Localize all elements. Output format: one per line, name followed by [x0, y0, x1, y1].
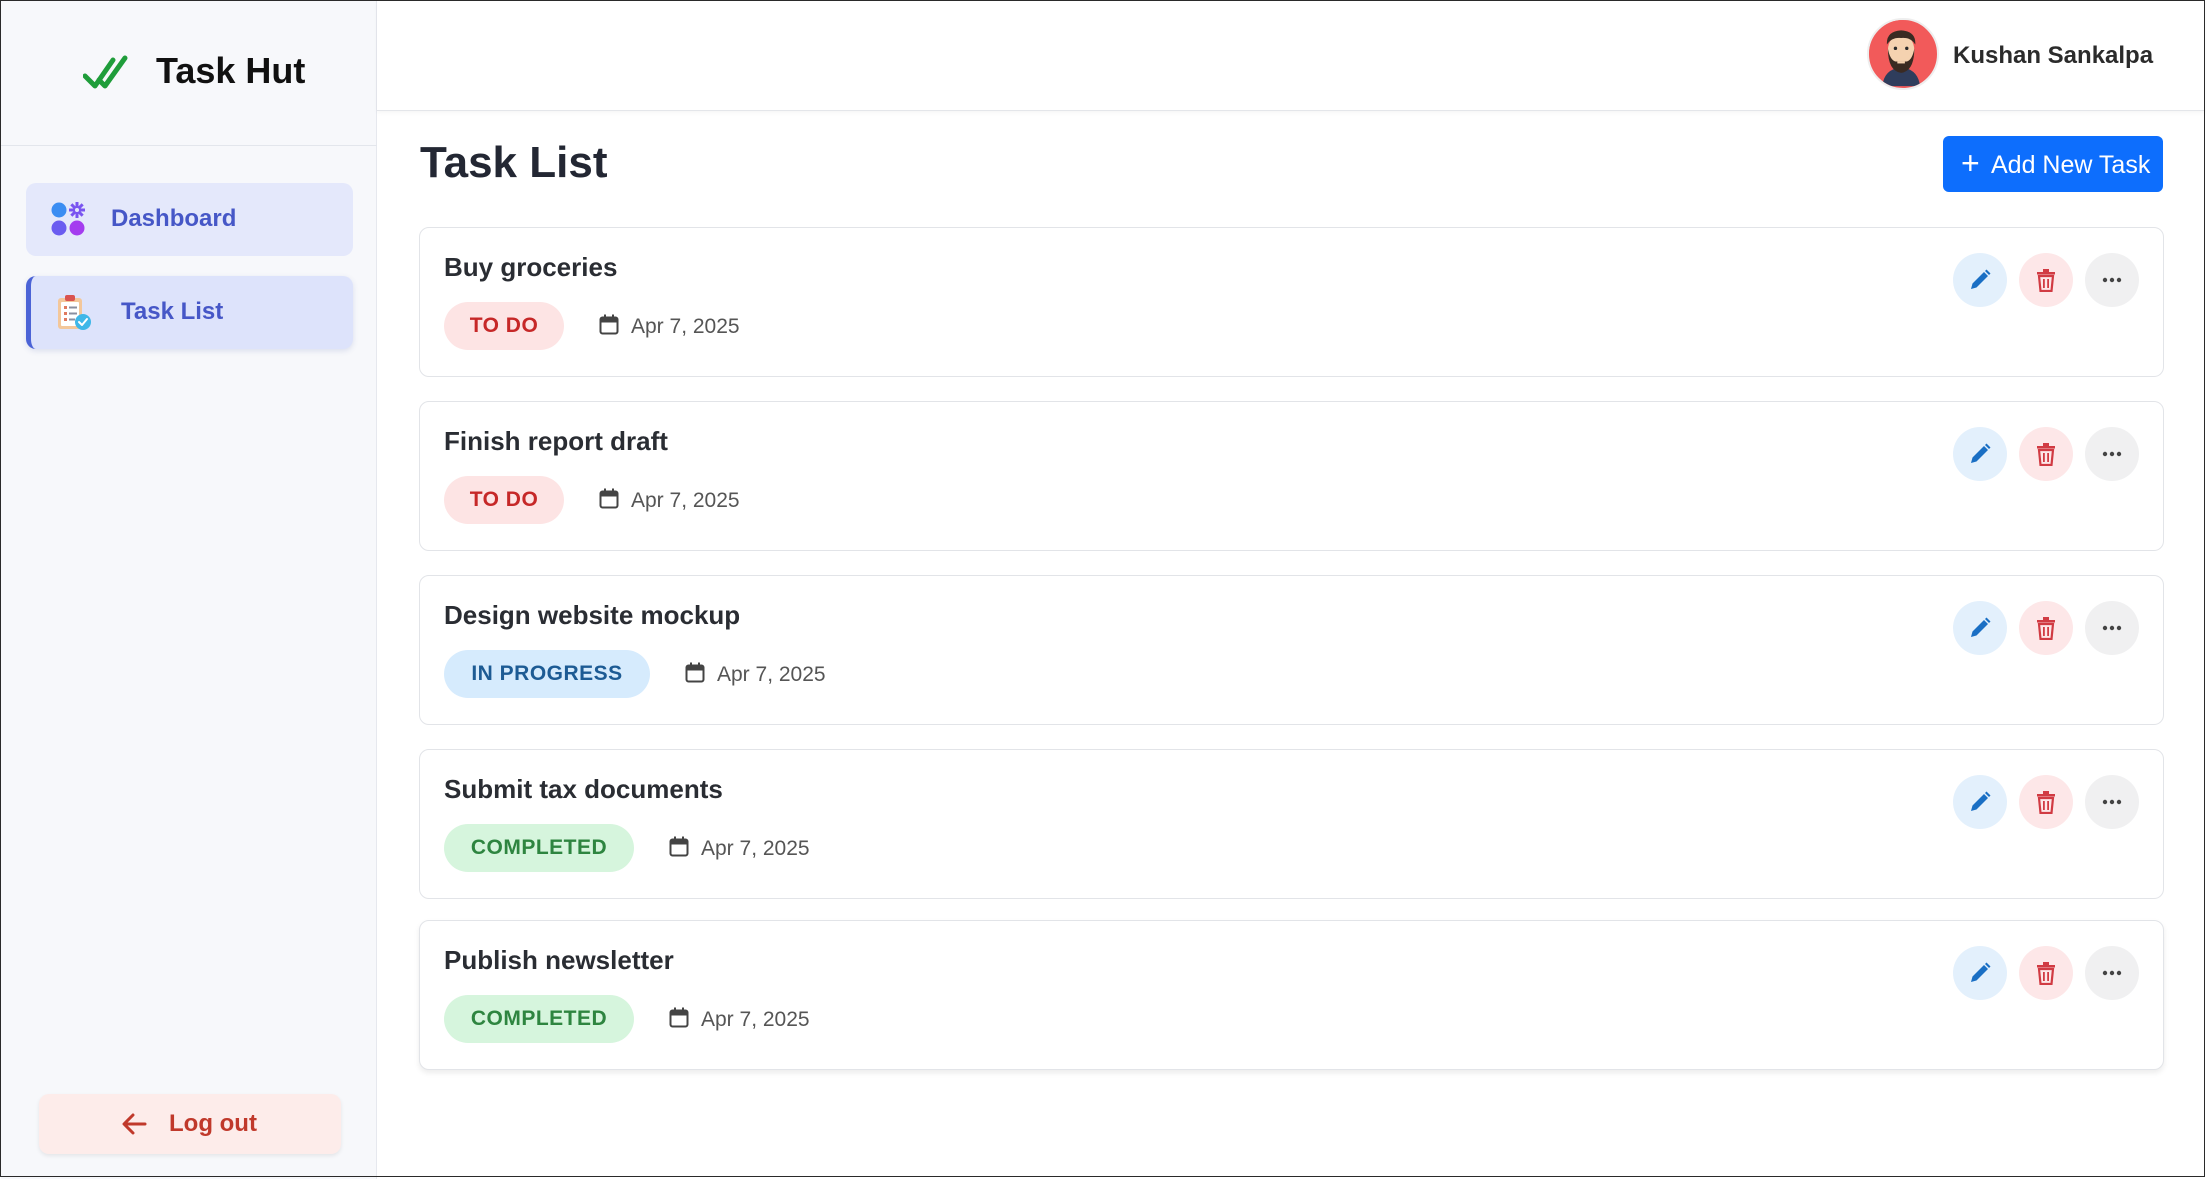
- more-options-button[interactable]: [2085, 775, 2139, 829]
- calendar-icon: [669, 836, 689, 857]
- more-options-button[interactable]: [2085, 601, 2139, 655]
- logout-button[interactable]: Log out: [39, 1094, 341, 1154]
- task-card: Submit tax documents COMPLETED Apr 7, 20…: [419, 749, 2164, 899]
- due-date-text: Apr 7, 2025: [717, 663, 826, 686]
- calendar-icon: [685, 662, 705, 683]
- trash-icon: [2037, 962, 2055, 985]
- bearded-man-avatar: [1869, 20, 1934, 87]
- page-title: Task List: [420, 138, 608, 187]
- delete-task-button[interactable]: [2019, 601, 2073, 655]
- task-title: Design website mockup: [444, 600, 741, 630]
- status-badge: COMPLETED: [444, 824, 634, 872]
- task-title: Finish report draft: [444, 426, 668, 456]
- status-badge: IN PROGRESS: [444, 650, 650, 698]
- task-title: Submit tax documents: [444, 774, 723, 804]
- calendar-icon: [599, 488, 619, 509]
- pencil-icon: [1971, 617, 1991, 637]
- trash-icon: [2037, 791, 2055, 814]
- logout-label: Log out: [169, 1110, 257, 1137]
- pencil-icon: [1971, 269, 1991, 289]
- sidebar-item-task-list[interactable]: Task List: [26, 276, 353, 349]
- more-options-button[interactable]: [2085, 946, 2139, 1000]
- delete-task-button[interactable]: [2019, 253, 2073, 307]
- status-badge: TO DO: [444, 476, 564, 524]
- calendar-icon: [669, 1007, 689, 1028]
- sidebar-item-label: Task List: [121, 298, 224, 325]
- more-options-button[interactable]: [2085, 427, 2139, 481]
- due-date-text: Apr 7, 2025: [631, 489, 740, 512]
- delete-task-button[interactable]: [2019, 775, 2073, 829]
- delete-task-button[interactable]: [2019, 946, 2073, 1000]
- due-date-text: Apr 7, 2025: [631, 315, 740, 338]
- dashboard-grid-icon: [51, 202, 85, 236]
- add-new-task-button[interactable]: + Add New Task: [1943, 136, 2163, 192]
- add-new-task-label: Add New Task: [1991, 151, 2151, 179]
- ellipsis-icon: [2102, 970, 2122, 976]
- status-badge: COMPLETED: [444, 995, 634, 1043]
- brand: Task Hut: [1, 0, 377, 146]
- status-badge: TO DO: [444, 302, 564, 350]
- delete-task-button[interactable]: [2019, 427, 2073, 481]
- trash-icon: [2037, 617, 2055, 640]
- ellipsis-icon: [2102, 451, 2122, 457]
- trash-icon: [2037, 269, 2055, 292]
- edit-task-button[interactable]: [1953, 253, 2007, 307]
- user-name[interactable]: Kushan Sankalpa: [1953, 42, 2153, 70]
- avatar[interactable]: [1867, 18, 1939, 90]
- edit-task-button[interactable]: [1953, 775, 2007, 829]
- trash-icon: [2037, 443, 2055, 466]
- ellipsis-icon: [2102, 799, 2122, 805]
- edit-task-button[interactable]: [1953, 946, 2007, 1000]
- clipboard-task-icon: [58, 295, 91, 330]
- task-card: Publish newsletter COMPLETED Apr 7, 2025: [419, 920, 2164, 1070]
- task-title: Publish newsletter: [444, 945, 674, 975]
- sidebar: Task Hut Dashboard Task List Log out: [1, 0, 377, 1179]
- sidebar-item-label: Dashboard: [111, 205, 237, 232]
- pencil-icon: [1971, 962, 1991, 982]
- edit-task-button[interactable]: [1953, 601, 2007, 655]
- plus-icon: +: [1961, 145, 1980, 181]
- ellipsis-icon: [2102, 277, 2122, 283]
- pencil-icon: [1971, 791, 1991, 811]
- app-title: Task Hut: [156, 50, 306, 91]
- pencil-icon: [1971, 443, 1991, 463]
- due-date-text: Apr 7, 2025: [701, 837, 810, 860]
- edit-task-button[interactable]: [1953, 427, 2007, 481]
- task-card: Design website mockup IN PROGRESS Apr 7,…: [419, 575, 2164, 725]
- double-check-icon: [83, 55, 128, 89]
- task-card: Buy groceries TO DO Apr 7, 2025: [419, 227, 2164, 377]
- calendar-icon: [599, 314, 619, 335]
- arrow-left-icon: [122, 1113, 147, 1135]
- due-date-text: Apr 7, 2025: [701, 1008, 810, 1031]
- task-card: Finish report draft TO DO Apr 7, 2025: [419, 401, 2164, 551]
- top-header: Kushan Sankalpa: [377, 0, 2205, 111]
- task-title: Buy groceries: [444, 252, 618, 282]
- sidebar-item-dashboard[interactable]: Dashboard: [26, 183, 353, 256]
- ellipsis-icon: [2102, 625, 2122, 631]
- more-options-button[interactable]: [2085, 253, 2139, 307]
